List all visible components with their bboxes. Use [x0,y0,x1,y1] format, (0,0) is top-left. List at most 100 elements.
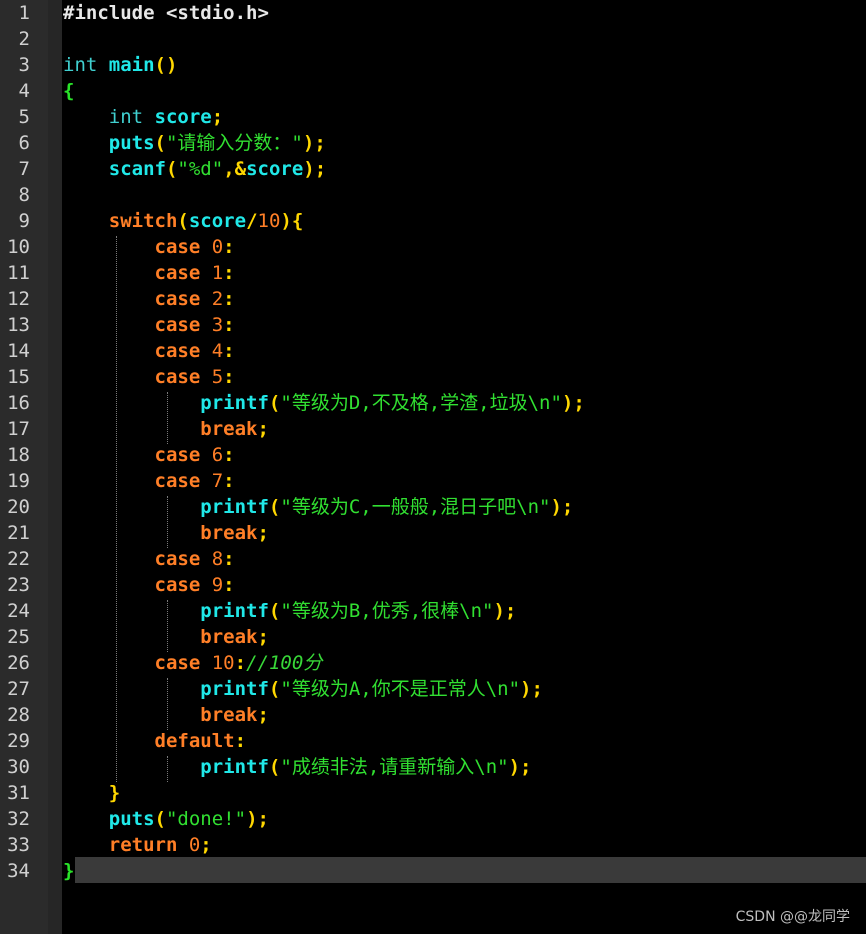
code-token: 7 [211,470,224,492]
code-token: 5 [211,366,224,388]
code-token: : [223,574,235,596]
code-line[interactable]: break; [63,520,269,546]
line-number-gutter: 1 2 3 4 5 6 7 8 9 10 11 12 13 14 15 16 17 18 19 20 21 22 23 24 2… [0,0,48,934]
code-token: //100分 [246,652,323,674]
code-token: ,& [223,158,247,180]
code-line[interactable]: return 0; [63,832,212,858]
code-token: ; [531,678,543,700]
code-token: ) [302,132,315,154]
code-token: puts [108,808,155,830]
line-number: 28 [7,704,30,726]
code-line[interactable]: break; [63,702,269,728]
code-line[interactable]: printf("等级为C,一般般,混日子吧\n"); [63,494,573,520]
code-line[interactable]: int main() [63,52,177,78]
code-line[interactable]: default: [63,728,247,754]
code-token: 10 [257,210,281,232]
code-line[interactable]: case 1: [63,260,235,286]
code-line[interactable]: switch(score/10){ [63,208,304,234]
code-line[interactable]: printf("等级为B,优秀,很棒\n"); [63,598,516,624]
code-token: case [154,288,212,310]
code-token: puts [108,132,155,154]
code-token: case [154,340,212,362]
code-token: : [223,288,235,310]
code-line[interactable]: case 5: [63,364,235,390]
code-line[interactable]: case 9: [63,572,235,598]
code-token: score [154,106,212,128]
code-editor[interactable]: #include <stdio.h> int main(){ int score;… [62,0,866,934]
line-number: 27 [7,678,30,700]
code-token: score [246,158,304,180]
code-token: score [188,210,247,232]
line-number: 2 [18,28,30,50]
code-token: ) [493,600,505,622]
code-line[interactable]: } [63,780,120,806]
code-line[interactable]: scanf("%d",&score); [63,156,326,182]
code-token: ; [257,626,269,648]
code-line[interactable]: } [63,858,74,884]
code-token: "等级为B,优秀,很棒\n" [280,600,494,622]
code-token: "等级为C,一般般,混日子吧\n" [280,496,551,518]
code-line[interactable]: #include <stdio.h> [63,0,269,26]
code-line[interactable]: break; [63,624,269,650]
code-token: "成绩非法,请重新输入\n" [280,756,509,778]
code-token: printf [200,678,269,700]
code-line[interactable]: printf("等级为D,不及格,学渣,垃圾\n"); [63,390,585,416]
code-token: ( [154,808,166,830]
line-number: 8 [18,184,30,206]
line-number: 33 [7,834,30,856]
code-token: : [223,340,235,362]
code-token: ) [280,210,292,232]
code-line[interactable]: case 3: [63,312,235,338]
code-token: 0 [188,834,201,856]
code-token: #include [63,2,166,24]
code-token: : [223,366,235,388]
line-number: 25 [7,626,30,648]
code-token: ( [268,496,281,518]
code-line[interactable]: puts("请输入分数："); [63,130,326,156]
code-line[interactable]: printf("成绩非法,请重新输入\n"); [63,754,531,780]
code-token: : [223,444,235,466]
line-number: 15 [7,366,30,388]
code-token: 8 [211,548,224,570]
code-token: printf [200,756,269,778]
code-token: ) [246,808,258,830]
line-number: 32 [7,808,30,830]
line-number: 22 [7,548,30,570]
code-line[interactable]: { [63,78,74,104]
code-token: ( [268,392,281,414]
code-token: int [63,54,109,76]
code-token: : [223,314,235,336]
code-line[interactable]: case 0: [63,234,235,260]
code-token: ; [200,834,212,856]
code-token: ; [257,704,269,726]
code-line[interactable]: case 2: [63,286,235,312]
code-line[interactable]: break; [63,416,269,442]
code-token: "等级为A,你不是正常人\n" [280,678,521,700]
line-number: 18 [7,444,30,466]
line-number: 7 [18,158,30,180]
code-line[interactable]: int score; [63,104,223,130]
code-token: printf [200,600,269,622]
line-number: 31 [7,782,30,804]
line-number: 1 [18,2,30,24]
code-line[interactable]: case 7: [63,468,235,494]
code-line[interactable]: case 4: [63,338,235,364]
code-line[interactable]: case 10://100分 [63,650,323,676]
line-number: 5 [18,106,30,128]
code-token: "请输入分数：" [165,132,303,154]
code-token: 4 [211,340,224,362]
code-token: case [154,470,212,492]
code-line[interactable]: case 6: [63,442,235,468]
code-token: ; [561,496,574,518]
code-line[interactable]: printf("等级为A,你不是正常人\n"); [63,676,543,702]
code-token: "done!" [165,808,247,830]
line-number: 3 [18,54,30,76]
code-token: break [200,522,258,544]
code-token: { [291,210,304,232]
code-token: <stdio.h> [165,2,269,24]
code-token: case [154,262,212,284]
code-token: 3 [211,314,224,336]
code-token: : [223,548,235,570]
code-line[interactable]: puts("done!"); [63,806,269,832]
code-line[interactable]: case 8: [63,546,235,572]
